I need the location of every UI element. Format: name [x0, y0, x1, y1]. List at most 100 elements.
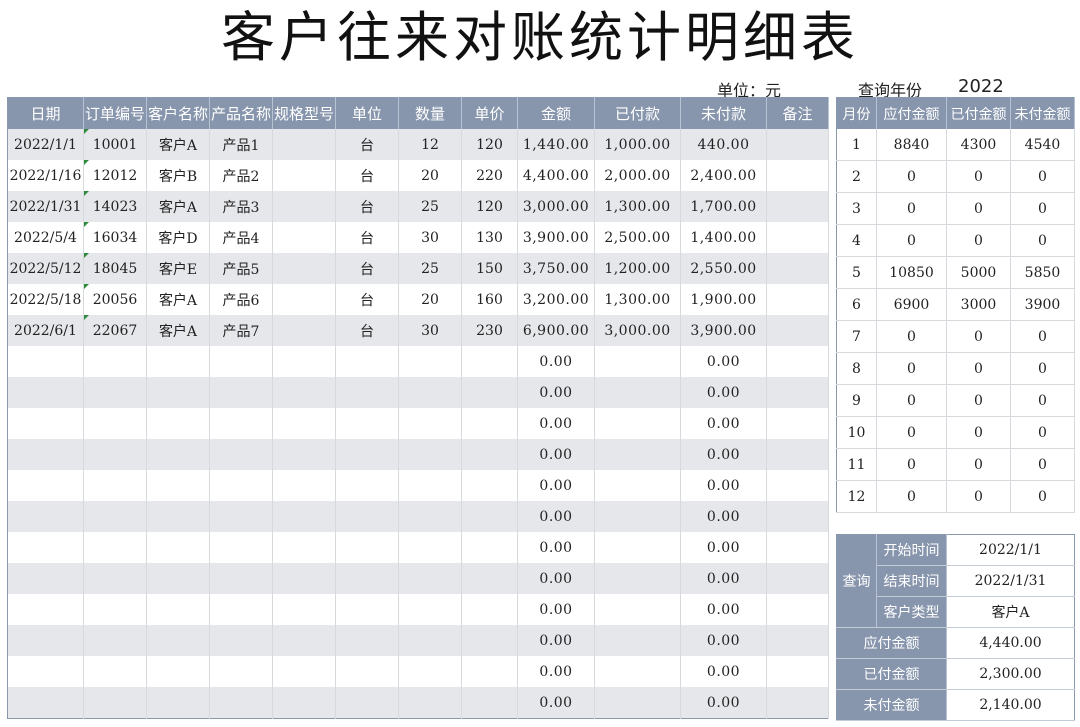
monthly-cell[interactable]: 5 [836, 256, 877, 289]
unpaid-value[interactable]: 2,140.00 [946, 689, 1075, 721]
ledger-cell[interactable]: 0.00 [517, 470, 595, 501]
ledger-cell[interactable]: 产品3 [209, 191, 273, 222]
ledger-cell[interactable] [461, 377, 518, 408]
monthly-cell[interactable]: 5850 [1010, 256, 1075, 289]
ledger-cell[interactable] [83, 687, 147, 719]
ledger-header-cell[interactable]: 客户名称 [146, 97, 210, 129]
ledger-cell[interactable] [272, 563, 336, 594]
ledger-cell[interactable]: 1,700.00 [680, 191, 767, 222]
ledger-cell[interactable] [146, 532, 210, 563]
ledger-cell[interactable] [461, 408, 518, 439]
paid-value[interactable]: 2,300.00 [946, 658, 1075, 690]
ledger-header-cell[interactable]: 备注 [766, 97, 829, 129]
monthly-cell[interactable]: 7 [836, 320, 877, 353]
monthly-cell[interactable]: 0 [946, 448, 1011, 481]
ledger-cell[interactable] [146, 408, 210, 439]
ledger-cell[interactable] [272, 222, 336, 253]
monthly-cell[interactable]: 3 [836, 192, 877, 225]
ledger-cell[interactable] [461, 532, 518, 563]
ledger-cell[interactable] [209, 532, 273, 563]
payable-value[interactable]: 4,440.00 [946, 627, 1075, 659]
monthly-cell[interactable]: 0 [876, 160, 947, 193]
ledger-cell[interactable] [398, 532, 462, 563]
ledger-cell[interactable] [7, 625, 84, 656]
monthly-cell[interactable]: 0 [876, 384, 947, 417]
ledger-cell[interactable]: 4,400.00 [517, 160, 595, 191]
ledger-cell[interactable] [398, 439, 462, 470]
monthly-cell[interactable]: 0 [876, 416, 947, 449]
ledger-cell[interactable] [7, 346, 84, 377]
ledger-cell[interactable]: 0.00 [680, 532, 767, 563]
ledger-cell[interactable] [272, 191, 336, 222]
ledger-cell[interactable]: 230 [461, 315, 518, 346]
ledger-cell[interactable] [272, 408, 336, 439]
ledger-cell[interactable] [766, 532, 829, 563]
ledger-cell[interactable] [461, 439, 518, 470]
ledger-cell[interactable]: 0.00 [680, 687, 767, 719]
ledger-cell[interactable] [766, 377, 829, 408]
ledger-cell[interactable]: 台 [335, 191, 399, 222]
ledger-cell[interactable] [594, 656, 681, 687]
monthly-header-cell[interactable]: 未付金额 [1010, 97, 1075, 129]
ledger-cell[interactable] [209, 656, 273, 687]
ledger-cell[interactable] [83, 563, 147, 594]
ledger-cell[interactable] [335, 501, 399, 532]
ledger-cell[interactable]: 产品7 [209, 315, 273, 346]
ledger-cell[interactable] [594, 470, 681, 501]
ledger-cell[interactable] [335, 625, 399, 656]
monthly-cell[interactable]: 0 [1010, 320, 1075, 353]
ledger-cell[interactable] [146, 470, 210, 501]
ledger-cell[interactable]: 台 [335, 160, 399, 191]
ledger-cell[interactable]: 0.00 [680, 439, 767, 470]
ledger-cell[interactable]: 0.00 [517, 563, 595, 594]
monthly-cell[interactable]: 0 [1010, 384, 1075, 417]
ledger-cell[interactable] [594, 408, 681, 439]
ledger-cell[interactable] [209, 563, 273, 594]
ledger-cell[interactable] [272, 532, 336, 563]
ledger-cell[interactable] [272, 470, 336, 501]
ledger-cell[interactable]: 220 [461, 160, 518, 191]
monthly-cell[interactable]: 0 [1010, 192, 1075, 225]
ledger-cell[interactable] [146, 501, 210, 532]
monthly-cell[interactable]: 0 [946, 480, 1011, 513]
ledger-cell[interactable]: 12012 [83, 160, 147, 191]
ledger-cell[interactable]: 2022/1/1 [7, 129, 84, 160]
ledger-cell[interactable]: 产品4 [209, 222, 273, 253]
ledger-cell[interactable]: 0.00 [680, 625, 767, 656]
monthly-cell[interactable]: 0 [946, 416, 1011, 449]
ledger-cell[interactable]: 0.00 [517, 346, 595, 377]
ledger-cell[interactable] [272, 687, 336, 719]
ledger-cell[interactable] [272, 439, 336, 470]
ledger-header-cell[interactable]: 已付款 [594, 97, 681, 129]
ledger-cell[interactable] [146, 563, 210, 594]
ledger-cell[interactable]: 客户A [146, 315, 210, 346]
ledger-cell[interactable]: 3,000.00 [594, 315, 681, 346]
monthly-cell[interactable]: 10 [836, 416, 877, 449]
ledger-cell[interactable]: 1,000.00 [594, 129, 681, 160]
ledger-cell[interactable] [83, 439, 147, 470]
monthly-cell[interactable]: 3000 [946, 288, 1011, 321]
ledger-cell[interactable] [766, 253, 829, 284]
ledger-cell[interactable] [335, 439, 399, 470]
ledger-cell[interactable]: 3,900.00 [680, 315, 767, 346]
ledger-cell[interactable] [7, 377, 84, 408]
ledger-cell[interactable]: 25 [398, 191, 462, 222]
ledger-cell[interactable]: 2022/5/12 [7, 253, 84, 284]
ledger-cell[interactable] [766, 191, 829, 222]
ledger-cell[interactable] [461, 563, 518, 594]
customer-type-select[interactable]: 客户A [946, 596, 1075, 628]
ledger-cell[interactable]: 3,900.00 [517, 222, 595, 253]
ledger-cell[interactable] [209, 501, 273, 532]
monthly-cell[interactable]: 0 [946, 224, 1011, 257]
ledger-cell[interactable] [7, 594, 84, 625]
ledger-cell[interactable] [461, 687, 518, 719]
ledger-cell[interactable]: 0.00 [680, 377, 767, 408]
ledger-cell[interactable] [766, 470, 829, 501]
ledger-cell[interactable] [146, 439, 210, 470]
monthly-cell[interactable]: 4 [836, 224, 877, 257]
monthly-cell[interactable]: 5000 [946, 256, 1011, 289]
monthly-cell[interactable]: 4300 [946, 129, 1011, 161]
ledger-header-cell[interactable]: 产品名称 [209, 97, 273, 129]
monthly-cell[interactable]: 0 [876, 480, 947, 513]
monthly-cell[interactable]: 8 [836, 352, 877, 385]
